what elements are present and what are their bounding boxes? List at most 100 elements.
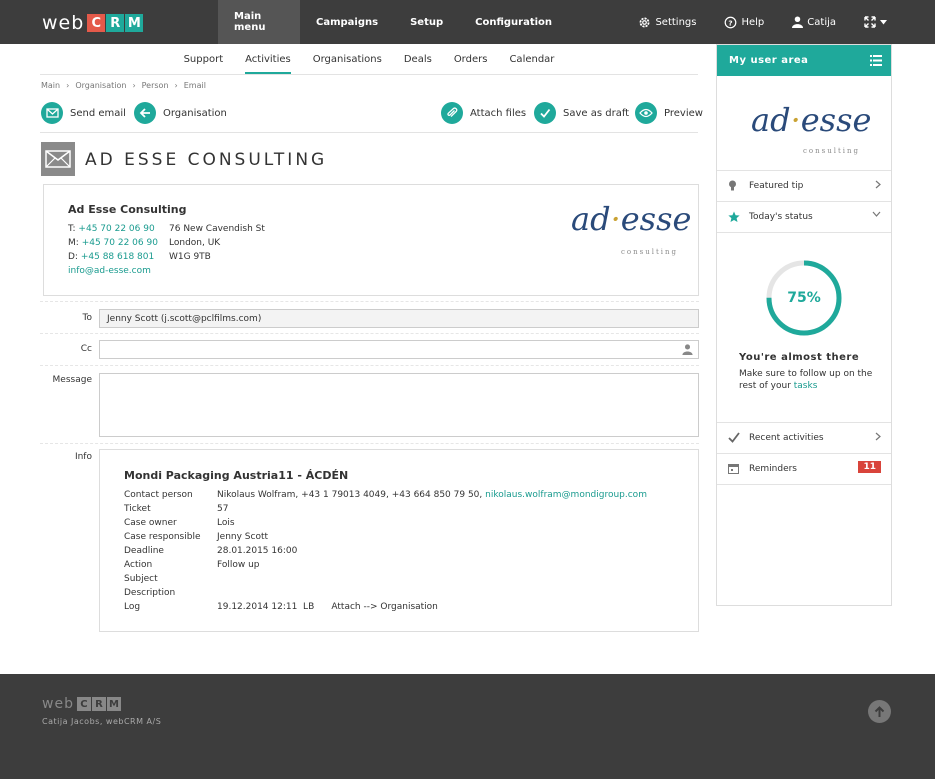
- user-area-panel: My user area ad·esse consulting Featured…: [716, 44, 892, 606]
- info-row: Info: [40, 443, 699, 462]
- todays-status-label: Today's status: [749, 211, 813, 222]
- to-field[interactable]: Jenny Scott (j.scott@pclfilms.com): [99, 309, 699, 328]
- info-row-contact: Contact person Nikolaus Wolfram, +43 1 79…: [124, 490, 647, 500]
- organisation-back-button[interactable]: Organisation: [134, 102, 227, 124]
- todays-status-item[interactable]: Today's status: [717, 201, 891, 232]
- expand-icon: [864, 16, 876, 28]
- to-label: To: [82, 313, 92, 323]
- info-row-log: Log 19.12.2014 12:11 LB Attach --> Organi…: [124, 602, 438, 612]
- gear-icon: [639, 17, 650, 27]
- breadcrumb-main[interactable]: Main: [41, 81, 60, 90]
- featured-tip-item[interactable]: Featured tip: [717, 170, 891, 201]
- subnav-calendar[interactable]: Calendar: [498, 44, 565, 74]
- nav-campaigns[interactable]: Campaigns: [300, 0, 394, 44]
- chevron-right-icon: [875, 180, 881, 189]
- checkmark-icon: [534, 102, 556, 124]
- phone-t-link[interactable]: +45 70 22 06 90: [78, 224, 154, 234]
- settings-button[interactable]: Settings: [638, 16, 696, 29]
- help-icon: ?: [725, 16, 737, 28]
- nav-configuration[interactable]: Configuration: [459, 0, 568, 44]
- webcrm-logo[interactable]: web C R M: [42, 12, 144, 34]
- nav-setup[interactable]: Setup: [394, 0, 459, 44]
- logo-letter-r: R: [106, 14, 125, 32]
- recent-activities-item[interactable]: Recent activities: [717, 422, 891, 453]
- save-draft-label: Save as draft: [563, 107, 630, 119]
- breadcrumb-person[interactable]: Person: [142, 81, 169, 90]
- star-icon: [728, 211, 740, 222]
- footer-copyright: Catija Jacobs, webCRM A/S: [42, 717, 162, 726]
- breadcrumb-organisation[interactable]: Organisation: [75, 81, 126, 90]
- subnav-organisations[interactable]: Organisations: [302, 44, 393, 74]
- message-label: Message: [52, 375, 92, 385]
- subnav-orders[interactable]: Orders: [443, 44, 499, 74]
- contact-email-link[interactable]: nikolaus.wolfram@mondigroup.com: [485, 490, 647, 500]
- info-title: Mondi Packaging Austria11 - ÁCDÉN: [124, 469, 349, 482]
- subnav-deals[interactable]: Deals: [393, 44, 443, 74]
- phone-m-link[interactable]: +45 70 22 06 90: [82, 238, 158, 248]
- to-row: To Jenny Scott (j.scott@pclfilms.com): [40, 301, 699, 332]
- save-draft-button[interactable]: Save as draft: [534, 102, 629, 124]
- address-line-1: 76 New Cavendish St: [169, 224, 265, 234]
- almost-there-description: Make sure to follow up on the rest of yo…: [739, 369, 873, 391]
- contact-picker-icon[interactable]: [682, 344, 693, 355]
- info-row-description: Description: [124, 588, 176, 598]
- nav-main-menu[interactable]: Main menu: [218, 0, 300, 44]
- progress-percentage: 75%: [787, 290, 821, 306]
- arrow-up-icon: [874, 705, 885, 717]
- settings-label: Settings: [655, 16, 697, 28]
- message-field[interactable]: [99, 373, 699, 437]
- divider: [717, 484, 891, 485]
- footer-logo-letter-c: C: [76, 697, 91, 711]
- divider: [717, 232, 891, 233]
- company-card: Ad Esse Consulting T: +45 70 22 06 90 M:…: [43, 184, 699, 296]
- help-button[interactable]: ? Help: [724, 16, 764, 29]
- address-line-3: W1G 9TB: [169, 252, 211, 262]
- chevron-right-icon: [875, 432, 881, 441]
- sub-nav: Support Activities Organisations Deals O…: [40, 44, 698, 75]
- caret-down-icon: [880, 19, 887, 24]
- reminders-item[interactable]: Reminders 11: [717, 453, 891, 484]
- phone-t-label: T:: [68, 224, 76, 234]
- user-menu[interactable]: Catija: [792, 16, 836, 28]
- action-toolbar: Send email Organisation Attach files Sav…: [40, 101, 703, 133]
- subnav-support[interactable]: Support: [173, 44, 235, 74]
- logo-letter-m: M: [125, 14, 144, 32]
- user-area-title: My user area: [729, 55, 809, 66]
- organisation-label: Organisation: [163, 107, 227, 119]
- message-row: Message: [40, 365, 699, 443]
- preview-button[interactable]: Preview: [635, 102, 703, 124]
- company-name: Ad Esse Consulting: [68, 203, 187, 216]
- cc-field[interactable]: [99, 340, 699, 359]
- footer-logo-letter-r: R: [91, 697, 106, 711]
- reminders-count-badge: 11: [858, 461, 881, 473]
- lightbulb-icon: [729, 180, 736, 191]
- footer-logo-web: web: [42, 696, 74, 712]
- breadcrumb-email: Email: [183, 81, 206, 90]
- send-email-button[interactable]: Send email: [41, 102, 126, 124]
- attach-files-button[interactable]: Attach files: [441, 102, 526, 124]
- subnav-activities[interactable]: Activities: [234, 44, 302, 74]
- info-label: Info: [74, 452, 92, 462]
- user-area-logo: ad·esse consulting: [751, 101, 872, 155]
- user-icon: [792, 16, 804, 28]
- breadcrumb-separator: ›: [66, 81, 70, 90]
- info-row-case-responsible: Case responsible Jenny Scott: [124, 532, 269, 542]
- info-row-deadline: Deadline 28.01.2015 16:00: [124, 546, 298, 556]
- page-title: AD ESSE CONSULTING: [85, 150, 328, 170]
- footer-logo: web C R M: [42, 696, 121, 712]
- company-email-link[interactable]: info@ad-esse.com: [68, 266, 151, 276]
- preview-label: Preview: [664, 107, 703, 119]
- company-logo: ad·esse consulting: [571, 200, 692, 256]
- fullscreen-button[interactable]: [864, 16, 891, 28]
- breadcrumb-separator: ›: [174, 81, 178, 90]
- scroll-to-top-button[interactable]: [868, 700, 891, 723]
- phone-d-link[interactable]: +45 88 618 801: [81, 252, 154, 262]
- company-address: 76 New Cavendish St London, UK W1G 9TB: [169, 222, 265, 264]
- reminders-label: Reminders: [749, 463, 797, 474]
- paperclip-icon: [441, 102, 463, 124]
- help-label: Help: [741, 16, 765, 28]
- tasks-link[interactable]: tasks: [794, 381, 818, 391]
- address-line-2: London, UK: [169, 238, 221, 248]
- info-box: Mondi Packaging Austria11 - ÁCDÉN Contac…: [99, 449, 699, 632]
- list-toggle-icon[interactable]: [870, 55, 882, 66]
